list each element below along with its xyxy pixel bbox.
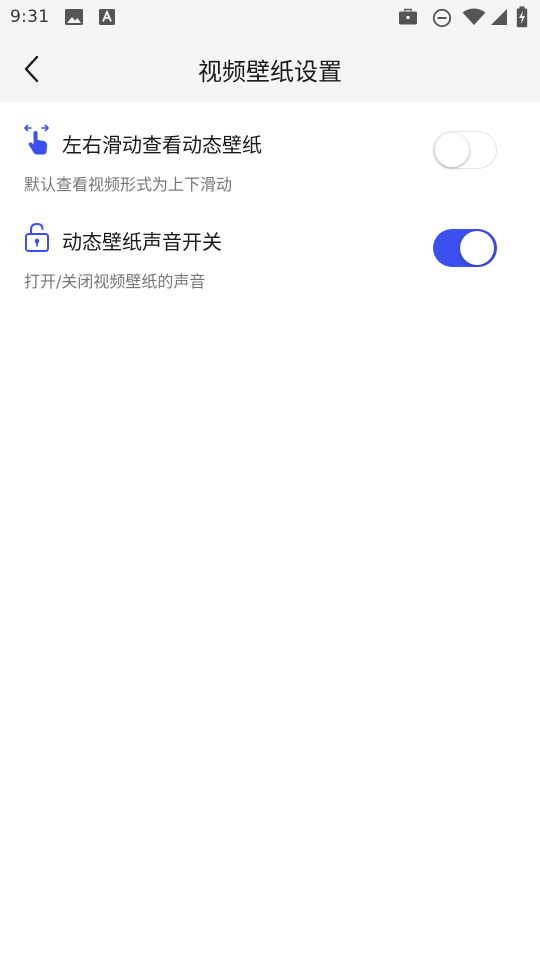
wifi-icon bbox=[462, 8, 486, 25]
setting-sound-title: 动态壁纸声音开关 bbox=[62, 230, 222, 254]
setting-swipe-row: 左右滑动查看动态壁纸 默认查看视频形式为上下滑动 bbox=[0, 124, 540, 220]
image-icon bbox=[65, 9, 83, 25]
swipe-hand-icon bbox=[24, 124, 49, 155]
status-bar: 9:31 bbox=[0, 0, 540, 36]
signal-icon bbox=[491, 9, 507, 25]
keyboard-a-icon bbox=[99, 9, 115, 25]
setting-swipe-description: 默认查看视频形式为上下滑动 bbox=[24, 175, 233, 194]
do-not-disturb-icon bbox=[432, 8, 452, 28]
sound-toggle[interactable] bbox=[433, 229, 497, 267]
swipe-toggle-knob bbox=[435, 133, 469, 167]
setting-swipe-title: 左右滑动查看动态壁纸 bbox=[62, 133, 262, 157]
setting-sound-row: 动态壁纸声音开关 打开/关闭视频壁纸的声音 bbox=[0, 221, 540, 317]
setting-sound-description: 打开/关闭视频壁纸的声音 bbox=[24, 272, 206, 291]
unlock-icon bbox=[25, 222, 49, 252]
battery-charging-icon bbox=[516, 6, 528, 28]
sound-toggle-knob bbox=[460, 231, 494, 265]
swipe-toggle[interactable] bbox=[433, 131, 497, 169]
briefcase-icon bbox=[399, 8, 417, 25]
page-title: 视频壁纸设置 bbox=[198, 58, 342, 86]
app-bar: 视频壁纸设置 bbox=[0, 36, 540, 102]
status-time: 9:31 bbox=[10, 7, 50, 27]
